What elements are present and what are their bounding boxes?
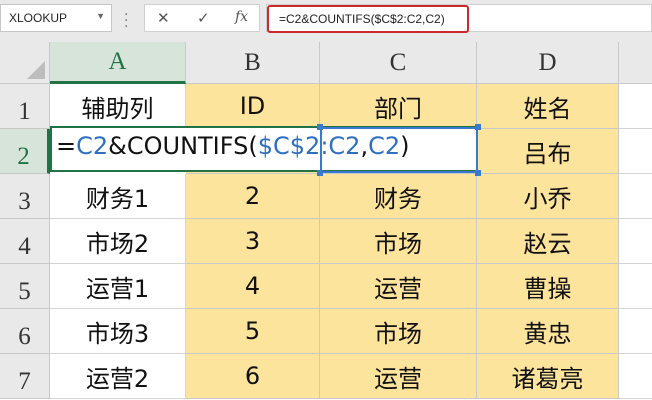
cell-b7[interactable]: 6 <box>186 354 320 399</box>
cell-e1[interactable] <box>619 84 652 129</box>
formula-countifs: &COUNTIFS( <box>108 132 258 160</box>
resize-handle-icon[interactable]: · · · <box>124 8 128 34</box>
row-header-2[interactable]: 2 <box>0 129 50 174</box>
cell-e6[interactable] <box>619 309 652 354</box>
select-all-corner[interactable] <box>0 42 50 84</box>
active-cell-editor[interactable]: =C2&COUNTIFS($C$2:C2,C2) <box>50 126 478 172</box>
name-box[interactable]: XLOOKUP ▼ <box>0 4 112 32</box>
column-header-e[interactable] <box>619 42 652 84</box>
column-header-a[interactable]: A <box>50 42 186 84</box>
formula-ref-criteria: C2 <box>368 132 401 160</box>
formula-comma: , <box>360 132 369 160</box>
chevron-down-icon[interactable]: ▼ <box>96 11 105 21</box>
cell-c5[interactable]: 运营 <box>320 264 477 309</box>
cell-d4[interactable]: 赵云 <box>477 219 619 264</box>
cell-a5[interactable]: 运营1 <box>50 264 186 309</box>
formula-equals: = <box>56 132 77 160</box>
formula-input[interactable]: =C2&COUNTIFS($C$2:C2,C2) <box>266 4 652 33</box>
formula-ref-range: $C$2:C2 <box>257 132 361 160</box>
cell-c4[interactable]: 市场 <box>320 219 477 264</box>
formula-bar-area: XLOOKUP ▼ · · · ✕ ✓ fx =C2&COUNTIFS($C$2:C… <box>0 0 652 42</box>
cell-e4[interactable] <box>619 219 652 264</box>
row-header-6[interactable]: 6 <box>0 309 50 354</box>
formula-ref-c2: C2 <box>76 132 109 160</box>
cell-a4[interactable]: 市场2 <box>50 219 186 264</box>
cell-b6[interactable]: 5 <box>186 309 320 354</box>
cell-e2[interactable] <box>619 129 652 174</box>
cell-e7[interactable] <box>619 354 652 399</box>
row-header-4[interactable]: 4 <box>0 219 50 264</box>
column-header-c[interactable]: C <box>320 42 477 84</box>
cell-b5[interactable]: 4 <box>186 264 320 309</box>
name-box-value: XLOOKUP <box>9 11 68 25</box>
cell-b4[interactable]: 3 <box>186 219 320 264</box>
cell-d1[interactable]: 姓名 <box>477 84 619 129</box>
cell-a1[interactable]: 辅助列 <box>50 84 186 129</box>
cell-a3[interactable]: 财务1 <box>50 174 186 219</box>
column-header-d[interactable]: D <box>477 42 619 84</box>
range-handle-bottom-right[interactable] <box>475 170 481 176</box>
cell-e3[interactable] <box>619 174 652 219</box>
insert-function-icon[interactable]: fx <box>235 9 248 25</box>
row-header-5[interactable]: 5 <box>0 264 50 309</box>
enter-icon[interactable]: ✓ <box>197 9 210 27</box>
formula-text[interactable]: =C2&COUNTIFS($C$2:C2,C2) <box>267 5 469 33</box>
cell-e5[interactable] <box>619 264 652 309</box>
cell-c3[interactable]: 财务 <box>320 174 477 219</box>
formula-buttons: ✕ ✓ fx <box>144 4 260 32</box>
range-handle-top-left[interactable] <box>317 124 323 130</box>
cell-d6[interactable]: 黄忠 <box>477 309 619 354</box>
cell-d7[interactable]: 诸葛亮 <box>477 354 619 399</box>
cell-d5[interactable]: 曹操 <box>477 264 619 309</box>
range-handle-top-right[interactable] <box>475 124 481 130</box>
row-header-1[interactable]: 1 <box>0 84 50 129</box>
cell-a7[interactable]: 运营2 <box>50 354 186 399</box>
cell-c7[interactable]: 运营 <box>320 354 477 399</box>
cell-a6[interactable]: 市场3 <box>50 309 186 354</box>
range-handle-bottom-left[interactable] <box>317 170 323 176</box>
cancel-icon[interactable]: ✕ <box>157 9 170 27</box>
column-header-b[interactable]: B <box>186 42 320 84</box>
cell-d3[interactable]: 小乔 <box>477 174 619 219</box>
row-header-7[interactable]: 7 <box>0 354 50 399</box>
cell-d2[interactable]: 吕布 <box>477 129 619 174</box>
cell-c6[interactable]: 市场 <box>320 309 477 354</box>
cell-c1[interactable]: 部门 <box>320 84 477 129</box>
cell-b1[interactable]: ID <box>186 84 320 129</box>
cell-b3[interactable]: 2 <box>186 174 320 219</box>
formula-close-paren: ) <box>400 132 410 160</box>
row-header-3[interactable]: 3 <box>0 174 50 219</box>
